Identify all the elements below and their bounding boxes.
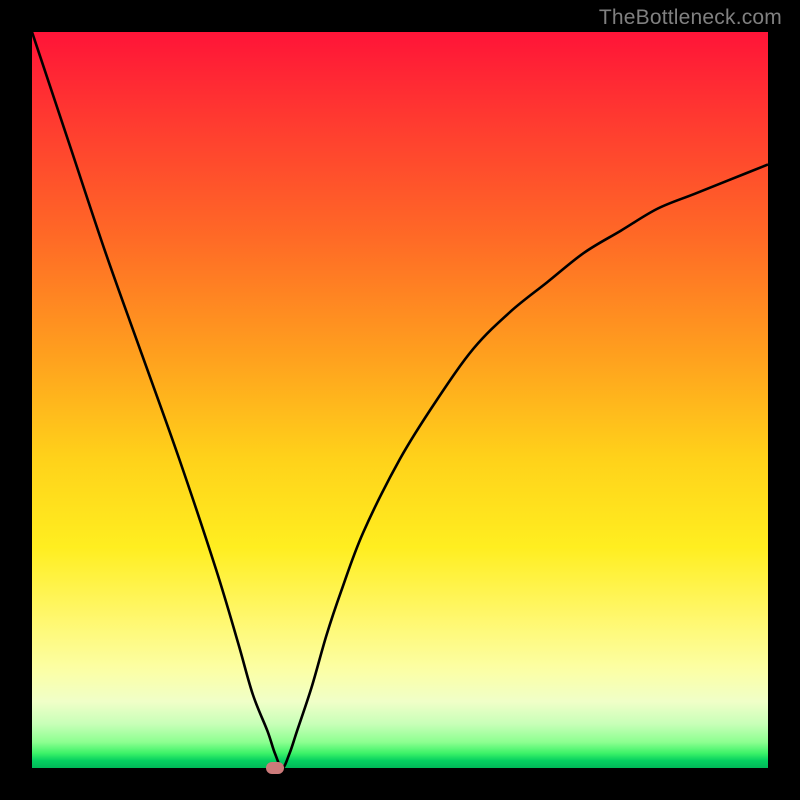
- bottleneck-curve-path: [32, 32, 768, 768]
- chart-frame: TheBottleneck.com: [0, 0, 800, 800]
- attribution-label: TheBottleneck.com: [599, 6, 782, 30]
- chart-curve: [32, 32, 768, 768]
- optimal-point-marker: [266, 762, 284, 774]
- chart-plot-area: [32, 32, 768, 768]
